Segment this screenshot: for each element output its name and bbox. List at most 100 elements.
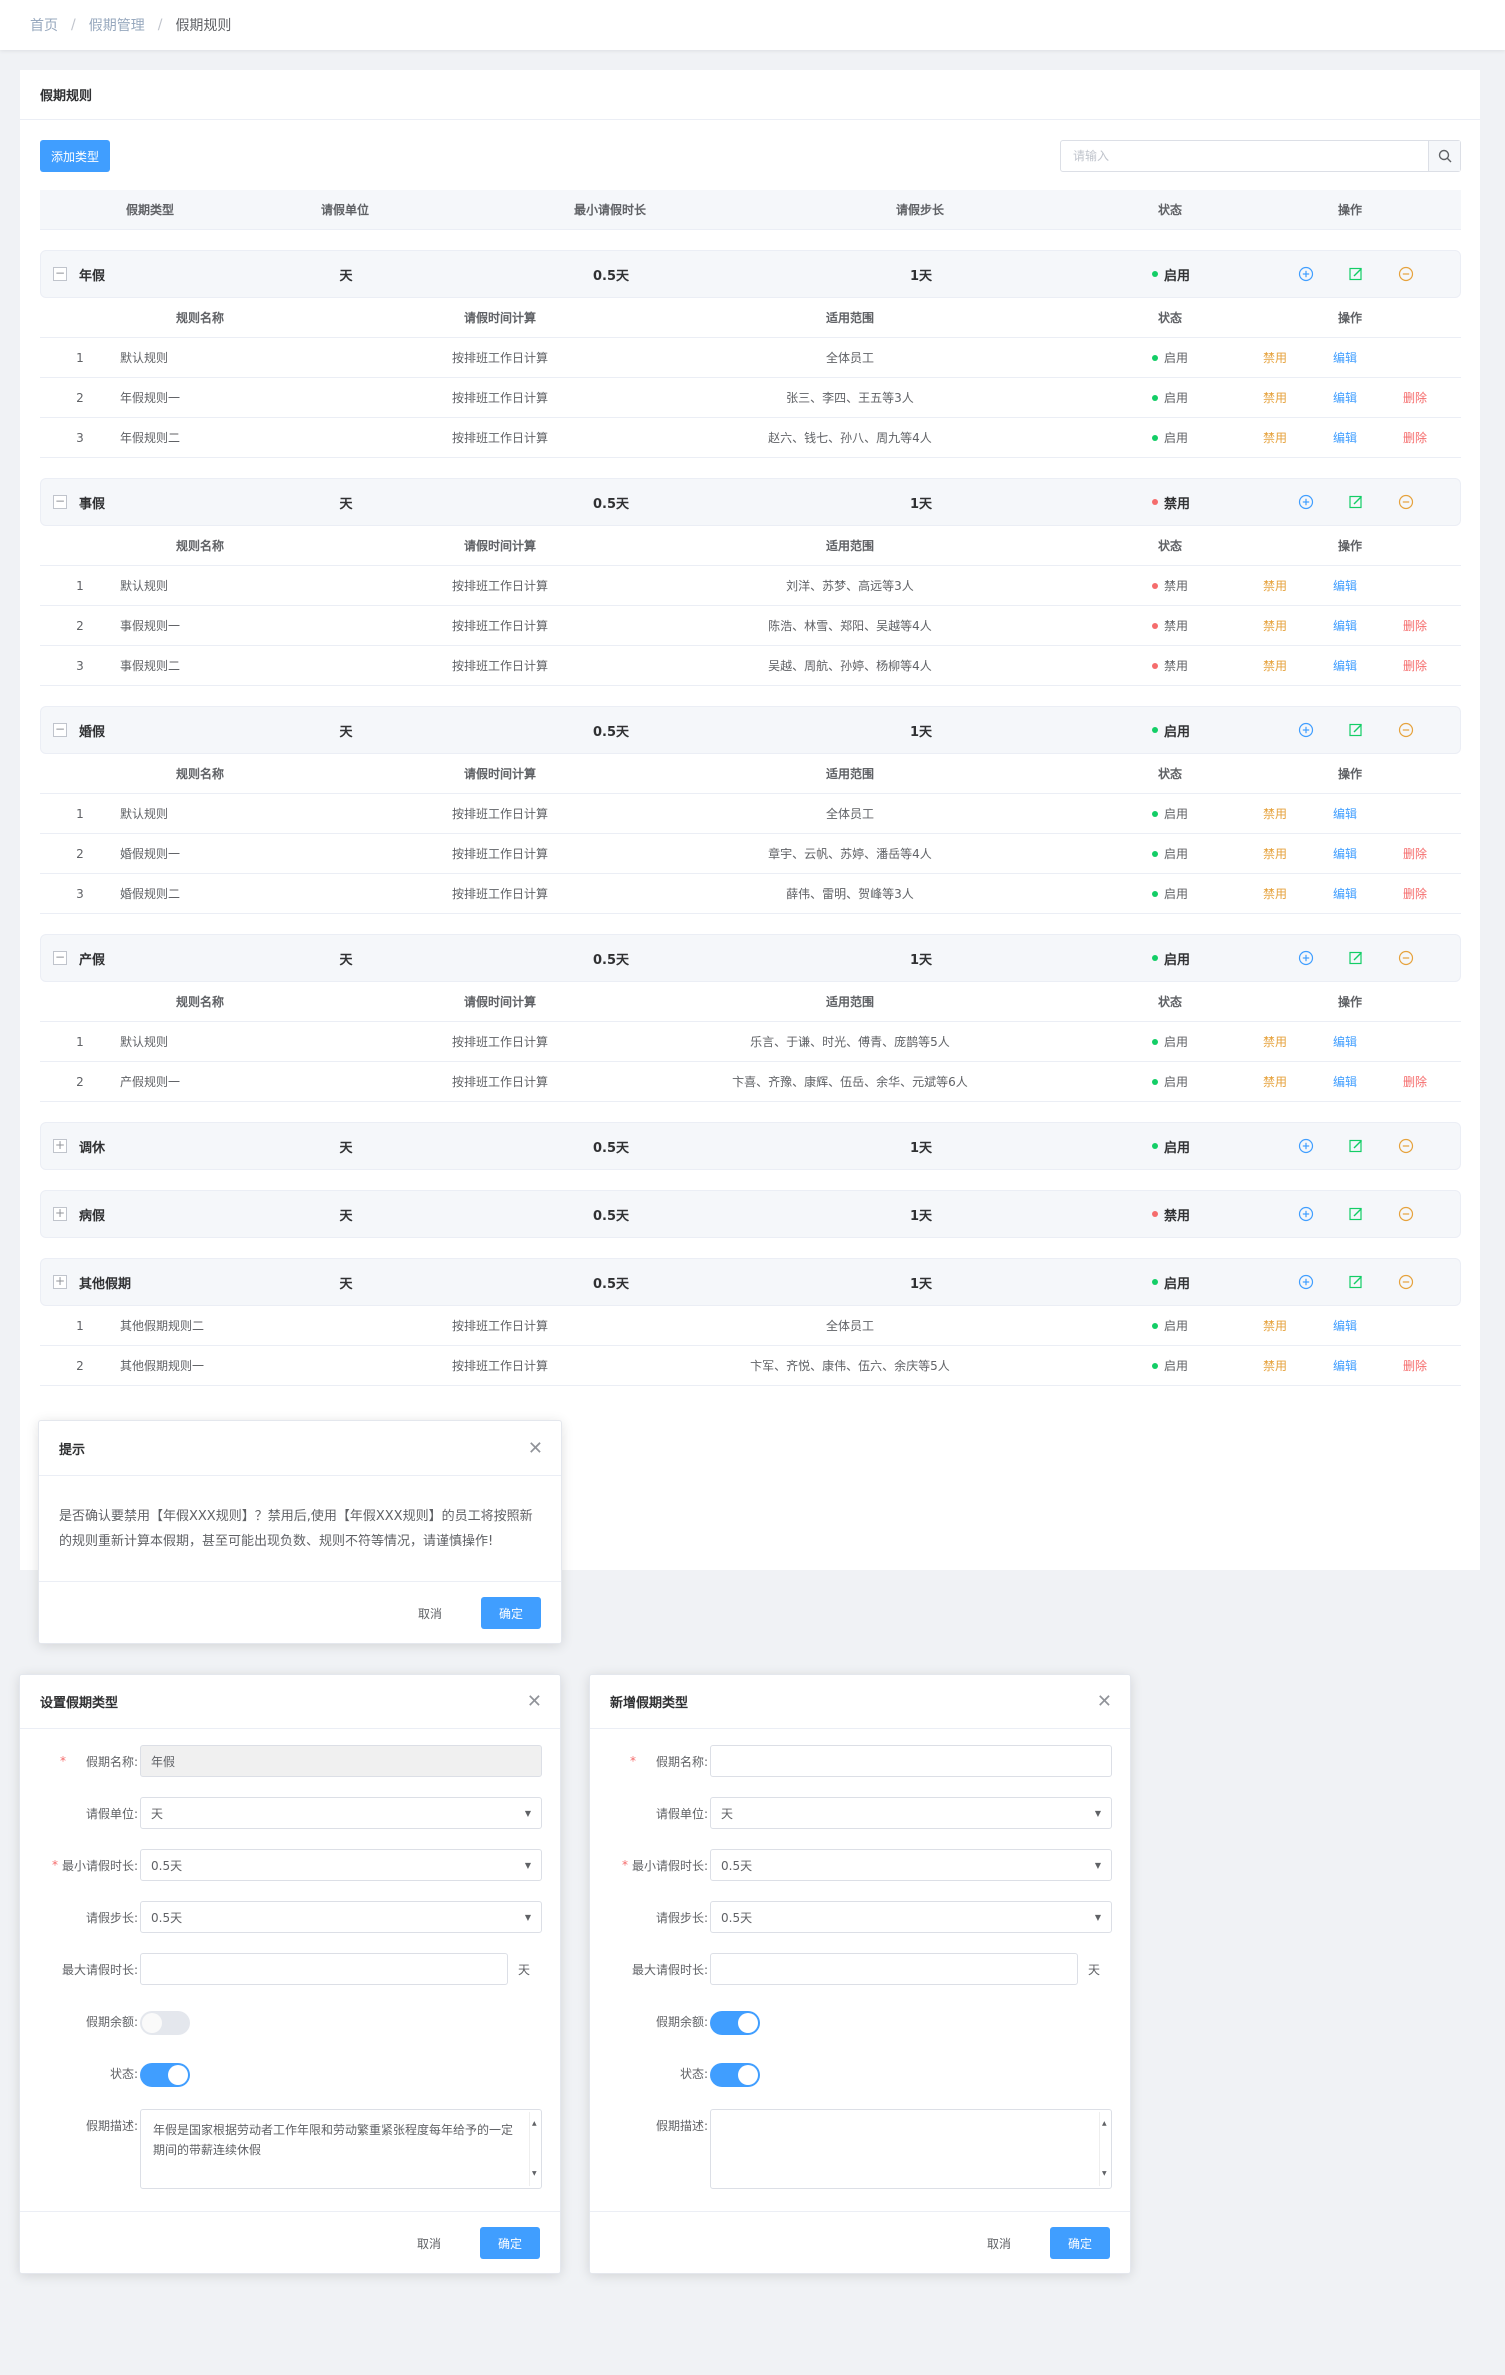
add-rule-icon[interactable] [1296, 1123, 1316, 1169]
collapse-icon[interactable]: − [53, 951, 67, 965]
edit-link[interactable]: 编辑 [1325, 566, 1365, 605]
add-rule-icon[interactable] [1296, 251, 1316, 297]
status-text: 启用 [1163, 351, 1188, 365]
add-rule-icon[interactable] [1296, 1259, 1316, 1305]
edit-link[interactable]: 编辑 [1325, 1022, 1365, 1061]
status-text: 禁用 [1163, 496, 1190, 512]
rule-calc: 按排班工作日计算 [451, 1319, 548, 1333]
step-select[interactable]: 0.5天 ▼ [710, 1901, 1112, 1933]
scrollbar[interactable]: ▲ ▼ [529, 2112, 539, 2186]
delete-link[interactable]: 删除 [1395, 418, 1435, 457]
delete-link[interactable]: 删除 [1395, 1346, 1435, 1385]
add-rule-icon[interactable] [1296, 935, 1316, 981]
balance-switch[interactable] [710, 2011, 760, 2035]
close-icon[interactable]: ✕ [528, 1438, 543, 1459]
unit-select[interactable]: 天 ▼ [710, 1797, 1112, 1829]
confirm-button[interactable]: 确定 [481, 1597, 541, 1629]
edit-link[interactable]: 编辑 [1325, 338, 1365, 377]
disable-link[interactable]: 禁用 [1255, 1062, 1295, 1101]
description-textarea[interactable]: ▲ ▼ [710, 2109, 1112, 2189]
rule-calc: 按排班工作日计算 [451, 351, 548, 365]
close-icon[interactable]: ✕ [527, 1691, 542, 1712]
description-textarea[interactable]: 年假是国家根据劳动者工作年限和劳动繁重紧张程度每年给予的一定期间的带薪连续休假 … [140, 2109, 542, 2189]
group-name: 年假 [79, 268, 106, 284]
edit-link[interactable]: 编辑 [1325, 1306, 1365, 1345]
delete-link[interactable]: 删除 [1395, 1062, 1435, 1101]
add-type-button[interactable]: 添加类型 [40, 140, 110, 172]
disable-link[interactable]: 禁用 [1255, 834, 1295, 873]
max-duration-input[interactable] [140, 1953, 508, 1985]
delete-link[interactable]: 删除 [1395, 606, 1435, 645]
delete-link[interactable]: 删除 [1395, 646, 1435, 685]
disable-link[interactable]: 禁用 [1255, 1306, 1295, 1345]
edit-link[interactable]: 编辑 [1325, 1062, 1365, 1101]
edit-type-icon[interactable] [1346, 251, 1366, 297]
disable-link[interactable]: 禁用 [1255, 646, 1295, 685]
min-duration-select[interactable]: 0.5天 ▼ [710, 1849, 1112, 1881]
remove-type-icon[interactable] [1396, 251, 1416, 297]
search-input[interactable] [1061, 141, 1428, 171]
delete-link[interactable]: 删除 [1395, 874, 1435, 913]
min-duration-select[interactable]: 0.5天 ▼ [140, 1849, 542, 1881]
cancel-button[interactable]: 取消 [974, 2227, 1024, 2259]
remove-type-icon[interactable] [1396, 479, 1416, 525]
edit-link[interactable]: 编辑 [1325, 606, 1365, 645]
disable-link[interactable]: 禁用 [1255, 874, 1295, 913]
edit-link[interactable]: 编辑 [1325, 1346, 1365, 1385]
remove-type-icon[interactable] [1396, 1191, 1416, 1237]
remove-type-icon[interactable] [1396, 707, 1416, 753]
disable-link[interactable]: 禁用 [1255, 566, 1295, 605]
balance-switch[interactable] [140, 2011, 190, 2035]
edit-type-icon[interactable] [1346, 935, 1366, 981]
disable-link[interactable]: 禁用 [1255, 1346, 1295, 1385]
close-icon[interactable]: ✕ [1097, 1691, 1112, 1712]
edit-link[interactable]: 编辑 [1325, 378, 1365, 417]
step-select[interactable]: 0.5天 ▼ [140, 1901, 542, 1933]
edit-link[interactable]: 编辑 [1325, 418, 1365, 457]
breadcrumb-leave-management[interactable]: 假期管理 [89, 15, 145, 35]
edit-type-icon[interactable] [1346, 479, 1366, 525]
remove-type-icon[interactable] [1396, 1259, 1416, 1305]
collapse-icon[interactable]: − [53, 495, 67, 509]
disable-link[interactable]: 禁用 [1255, 794, 1295, 833]
breadcrumb-home[interactable]: 首页 [30, 15, 58, 35]
scrollbar[interactable]: ▲ ▼ [1099, 2112, 1109, 2186]
disable-link[interactable]: 禁用 [1255, 378, 1295, 417]
leave-name-input[interactable] [710, 1745, 1112, 1777]
edit-type-icon[interactable] [1346, 1259, 1366, 1305]
disable-link[interactable]: 禁用 [1255, 418, 1295, 457]
max-duration-input[interactable] [710, 1953, 1078, 1985]
unit-select[interactable]: 天 ▼ [140, 1797, 542, 1829]
cancel-button[interactable]: 取消 [404, 2227, 454, 2259]
disable-link[interactable]: 禁用 [1255, 606, 1295, 645]
edit-link[interactable]: 编辑 [1325, 794, 1365, 833]
disable-link[interactable]: 禁用 [1255, 1022, 1295, 1061]
edit-link[interactable]: 编辑 [1325, 874, 1365, 913]
cancel-button[interactable]: 取消 [405, 1597, 455, 1629]
delete-link[interactable]: 删除 [1395, 834, 1435, 873]
edit-link[interactable]: 编辑 [1325, 834, 1365, 873]
collapse-icon[interactable]: − [53, 267, 67, 281]
edit-link[interactable]: 编辑 [1325, 646, 1365, 685]
add-rule-icon[interactable] [1296, 1191, 1316, 1237]
edit-type-icon[interactable] [1346, 1191, 1366, 1237]
remove-type-icon[interactable] [1396, 1123, 1416, 1169]
status-switch[interactable] [710, 2063, 760, 2087]
remove-type-icon[interactable] [1396, 935, 1416, 981]
delete-link[interactable]: 删除 [1395, 378, 1435, 417]
confirm-button[interactable]: 确定 [1050, 2227, 1110, 2259]
add-rule-icon[interactable] [1296, 707, 1316, 753]
search-button[interactable] [1428, 141, 1460, 171]
add-rule-icon[interactable] [1296, 479, 1316, 525]
col-min: 最小请假时长 [573, 203, 646, 217]
confirm-button[interactable]: 确定 [480, 2227, 540, 2259]
rule-scope: 刘洋、苏梦、高远等3人 [786, 579, 914, 593]
edit-type-icon[interactable] [1346, 1123, 1366, 1169]
expand-icon[interactable]: + [53, 1207, 67, 1221]
disable-link[interactable]: 禁用 [1255, 338, 1295, 377]
collapse-icon[interactable]: − [53, 723, 67, 737]
expand-icon[interactable]: + [53, 1139, 67, 1153]
edit-type-icon[interactable] [1346, 707, 1366, 753]
status-switch[interactable] [140, 2063, 190, 2087]
expand-icon[interactable]: + [53, 1275, 67, 1289]
